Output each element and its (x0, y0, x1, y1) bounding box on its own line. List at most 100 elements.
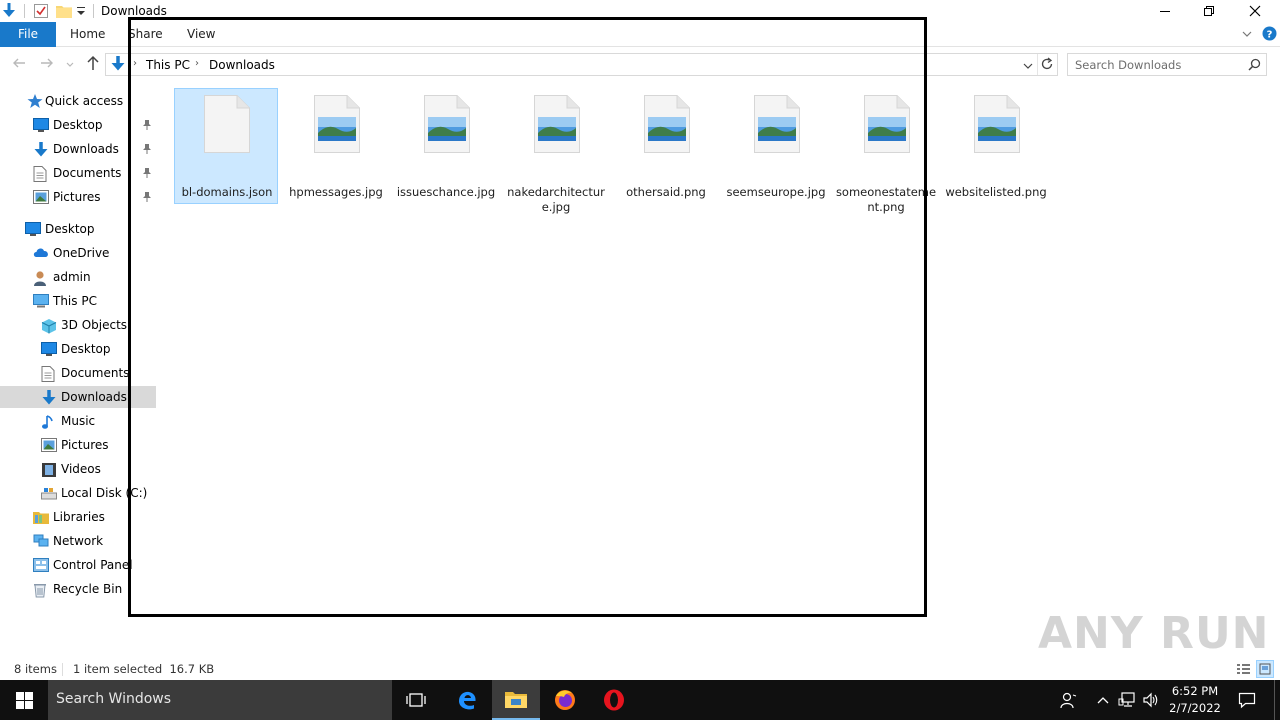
search-downloads-input[interactable]: Search Downloads (1067, 53, 1267, 76)
breadcrumb-downloads[interactable]: Downloads (209, 58, 275, 72)
cube-icon (41, 318, 57, 334)
file-name: seemseurope.jpg (726, 185, 826, 199)
blank-file-icon (204, 95, 250, 153)
help-icon[interactable]: ? (1262, 26, 1277, 41)
restore-icon (1204, 6, 1214, 16)
computer-icon (33, 294, 49, 308)
nav-item-this-pc[interactable]: This PC (0, 290, 156, 312)
pin-icon[interactable] (142, 143, 152, 155)
task-view-button[interactable] (392, 680, 440, 720)
network-status-icon[interactable] (1118, 691, 1136, 709)
nav-item-music[interactable]: Music (0, 410, 156, 432)
nav-item-pictures[interactable]: Pictures (0, 434, 156, 456)
nav-item-desktop[interactable]: Desktop (0, 218, 156, 240)
forward-arrow-icon[interactable] (40, 56, 54, 70)
refresh-icon[interactable] (1040, 57, 1054, 71)
firefox-icon (555, 690, 575, 710)
nav-item-label: Downloads (61, 390, 127, 404)
taskbar-clock[interactable]: 6:52 PM 2/7/2022 (1166, 683, 1224, 717)
nav-item-documents[interactable]: Documents (0, 162, 156, 184)
firefox-taskbar-button[interactable] (541, 680, 589, 720)
file-item[interactable]: bl-domains.json (174, 88, 278, 204)
expand-ribbon-icon[interactable] (1241, 28, 1253, 40)
address-bar[interactable]: › This PC › Downloads (105, 53, 1058, 76)
file-item[interactable]: websitelisted.png (944, 88, 1048, 204)
file-explorer-taskbar-button[interactable] (492, 680, 540, 720)
nav-item-label: Network (53, 534, 104, 548)
pin-icon[interactable] (142, 191, 152, 203)
status-bar: 8 items 1 item selected 16.7 KB (0, 660, 1280, 680)
tab-home[interactable]: Home (70, 22, 105, 47)
recent-locations-icon[interactable] (66, 58, 74, 67)
tab-share[interactable]: Share (128, 22, 163, 47)
breadcrumb-this-pc[interactable]: This PC (146, 58, 190, 72)
edge-taskbar-button[interactable] (443, 680, 491, 720)
document-icon (41, 366, 57, 382)
nav-item-recycle-bin[interactable]: Recycle Bin (0, 578, 156, 600)
nav-item-label: Recycle Bin (53, 582, 123, 596)
pin-icon[interactable] (142, 167, 152, 179)
quick-access-dropdown-icon[interactable] (76, 4, 86, 18)
nav-item-desktop[interactable]: Desktop (0, 338, 156, 360)
minimize-button[interactable] (1142, 0, 1188, 22)
nav-item-pictures[interactable]: Pictures (0, 186, 156, 208)
file-item[interactable]: othersaid.png (614, 88, 718, 204)
nav-item-downloads[interactable]: Downloads (0, 138, 156, 160)
desktop-icon (41, 342, 57, 356)
nav-item-control-panel[interactable]: Control Panel (0, 554, 156, 576)
file-item[interactable]: seemseurope.jpg (724, 88, 828, 204)
close-icon (1249, 5, 1261, 17)
back-arrow-icon[interactable] (12, 56, 26, 70)
nav-item-local-disk-c[interactable]: Local Disk (C:) (0, 482, 156, 504)
taskbar-search-box[interactable]: Search Windows (48, 680, 392, 720)
taskbar-search-placeholder: Search Windows (56, 691, 172, 707)
nav-item-network[interactable]: Network (0, 530, 156, 552)
document-icon (33, 166, 49, 182)
restore-button[interactable] (1186, 0, 1232, 22)
nav-item-label: Pictures (53, 190, 101, 204)
nav-item-downloads[interactable]: Downloads (0, 386, 156, 408)
minimize-icon (1160, 11, 1170, 12)
file-item[interactable]: someonestatement.png (834, 88, 938, 214)
any-run-watermark: ANY RUN (1038, 608, 1270, 659)
address-history-dropdown-icon[interactable] (1023, 60, 1033, 70)
nav-item-admin[interactable]: admin (0, 266, 156, 288)
large-icons-view-icon[interactable] (1256, 660, 1274, 678)
new-folder-icon[interactable] (56, 4, 72, 18)
tab-file[interactable]: File (0, 22, 56, 47)
volume-icon[interactable] (1142, 691, 1160, 709)
pin-icon[interactable] (142, 119, 152, 131)
nav-item-onedrive[interactable]: OneDrive (0, 242, 156, 264)
file-item[interactable]: hpmessages.jpg (284, 88, 388, 204)
file-name: websitelisted.png (945, 185, 1047, 199)
desktop-icon (25, 222, 41, 236)
file-name: issueschance.jpg (396, 185, 496, 199)
nav-item-videos[interactable]: Videos (0, 458, 156, 480)
item-count: 8 items (14, 662, 57, 676)
library-icon (33, 510, 49, 524)
file-item[interactable]: nakedarchitecture.jpg (504, 88, 608, 214)
details-view-icon[interactable] (1235, 661, 1252, 677)
properties-icon[interactable] (33, 3, 49, 19)
nav-item-desktop[interactable]: Desktop (0, 114, 156, 136)
breadcrumb-separator-icon[interactable]: › (133, 58, 137, 69)
search-icon (1248, 58, 1261, 71)
action-center-icon[interactable] (1238, 691, 1256, 709)
close-button[interactable] (1232, 0, 1278, 22)
up-arrow-icon[interactable] (86, 55, 100, 71)
people-icon[interactable] (1059, 691, 1077, 709)
nav-item-libraries[interactable]: Libraries (0, 506, 156, 528)
nav-item-3d-objects[interactable]: 3D Objects (0, 314, 156, 336)
opera-taskbar-button[interactable] (590, 680, 638, 720)
show-hidden-icons-chevron-icon[interactable] (1097, 694, 1109, 704)
nav-item-label: Music (61, 414, 96, 428)
downloads-location-icon (109, 55, 127, 73)
nav-item-documents[interactable]: Documents (0, 362, 156, 384)
breadcrumb-separator-icon[interactable]: › (195, 58, 199, 69)
file-item[interactable]: issueschance.jpg (394, 88, 498, 204)
image-file-icon (864, 95, 910, 153)
tab-view[interactable]: View (187, 22, 215, 47)
opera-icon (604, 689, 624, 711)
start-button[interactable] (0, 680, 48, 720)
nav-item-quick-access[interactable]: Quick access (0, 90, 156, 112)
